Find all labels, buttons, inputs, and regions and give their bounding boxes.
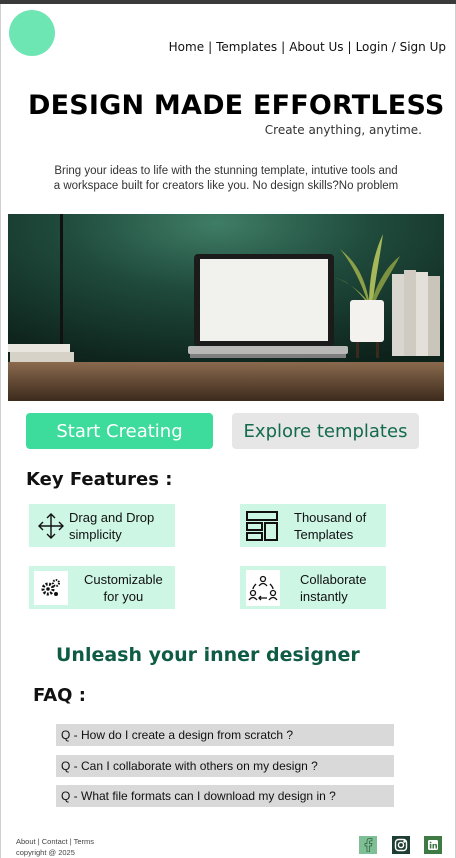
team-cycle-icon [246,569,280,606]
feature-text: Customizable for you [84,571,163,605]
laptop-on-desk-photo [8,214,444,401]
nav-login-signup[interactable]: Login / Sign Up [356,40,446,54]
feature-line-1: Drag and Drop [69,509,155,525]
gears-icon [34,570,68,605]
main-nav: Home | Templates | About Us | Login / Sign Up [169,40,446,54]
key-features-title: Key Features : [26,469,173,490]
hero-title: DESIGN MADE EFFORTLESS [28,90,445,121]
feature-line-2: simplicity [69,526,122,542]
faq-title: FAQ : [33,685,86,706]
feature-drag-drop: Drag and Drop simplicity [29,504,175,547]
intro-line-1: Bring your ideas to life with the stunni… [54,165,398,177]
feature-templates: Thousand of Templates [240,504,386,547]
nav-templates[interactable]: Templates [216,40,277,54]
hero-subtitle: Create anything, anytime. [264,123,422,137]
feature-line-1: Customizable [84,571,163,587]
faq-item[interactable]: Q - What file formats can I download my … [56,785,394,807]
nav-about-us[interactable]: About Us [289,40,343,54]
logo[interactable] [9,10,55,56]
nav-home[interactable]: Home [169,40,204,54]
facebook-icon[interactable] [359,836,377,854]
feature-text: Collaborate instantly [300,571,367,605]
footer-link-contact[interactable]: Contact [42,837,68,846]
faq-item[interactable]: Q - Can I collaborate with others on my … [56,755,394,777]
footer-link-about[interactable]: About [16,837,36,846]
nav-separator: | [208,40,213,54]
footer-link-terms[interactable]: Terms [74,837,94,846]
feature-line-2: instantly [300,588,348,604]
footer-separator: | [37,837,40,846]
linkedin-icon[interactable] [424,836,442,854]
feature-collaborate: Collaborate instantly [240,566,386,609]
nav-separator: | [281,40,286,54]
tagline: Unleash your inner designer [56,644,360,666]
instagram-icon[interactable] [392,836,410,854]
footer-links: About | Contact | Terms [16,837,94,846]
explore-templates-button[interactable]: Explore templates [232,413,419,449]
copyright: copyright @ 2025 [16,848,75,857]
start-creating-button[interactable]: Start Creating [26,413,213,449]
feature-line-2: for you [103,588,144,604]
move-arrows-icon [33,508,69,544]
top-bar [0,0,456,4]
faq-item[interactable]: Q - How do I create a design from scratc… [56,724,394,746]
feature-line-2: Templates [294,526,354,542]
feature-line-1: Collaborate [300,571,367,587]
feature-customizable: Customizable for you [29,566,175,609]
feature-text: Thousand of Templates [294,509,366,543]
hero-intro: Bring your ideas to life with the stunni… [36,164,416,194]
template-grid-icon [244,508,280,544]
intro-line-2: a workspace built for creators like you.… [53,180,399,192]
feature-text: Drag and Drop simplicity [69,509,154,543]
feature-line-1: Thousand of [294,509,367,525]
footer-separator: | [69,837,72,846]
nav-separator: | [347,40,352,54]
